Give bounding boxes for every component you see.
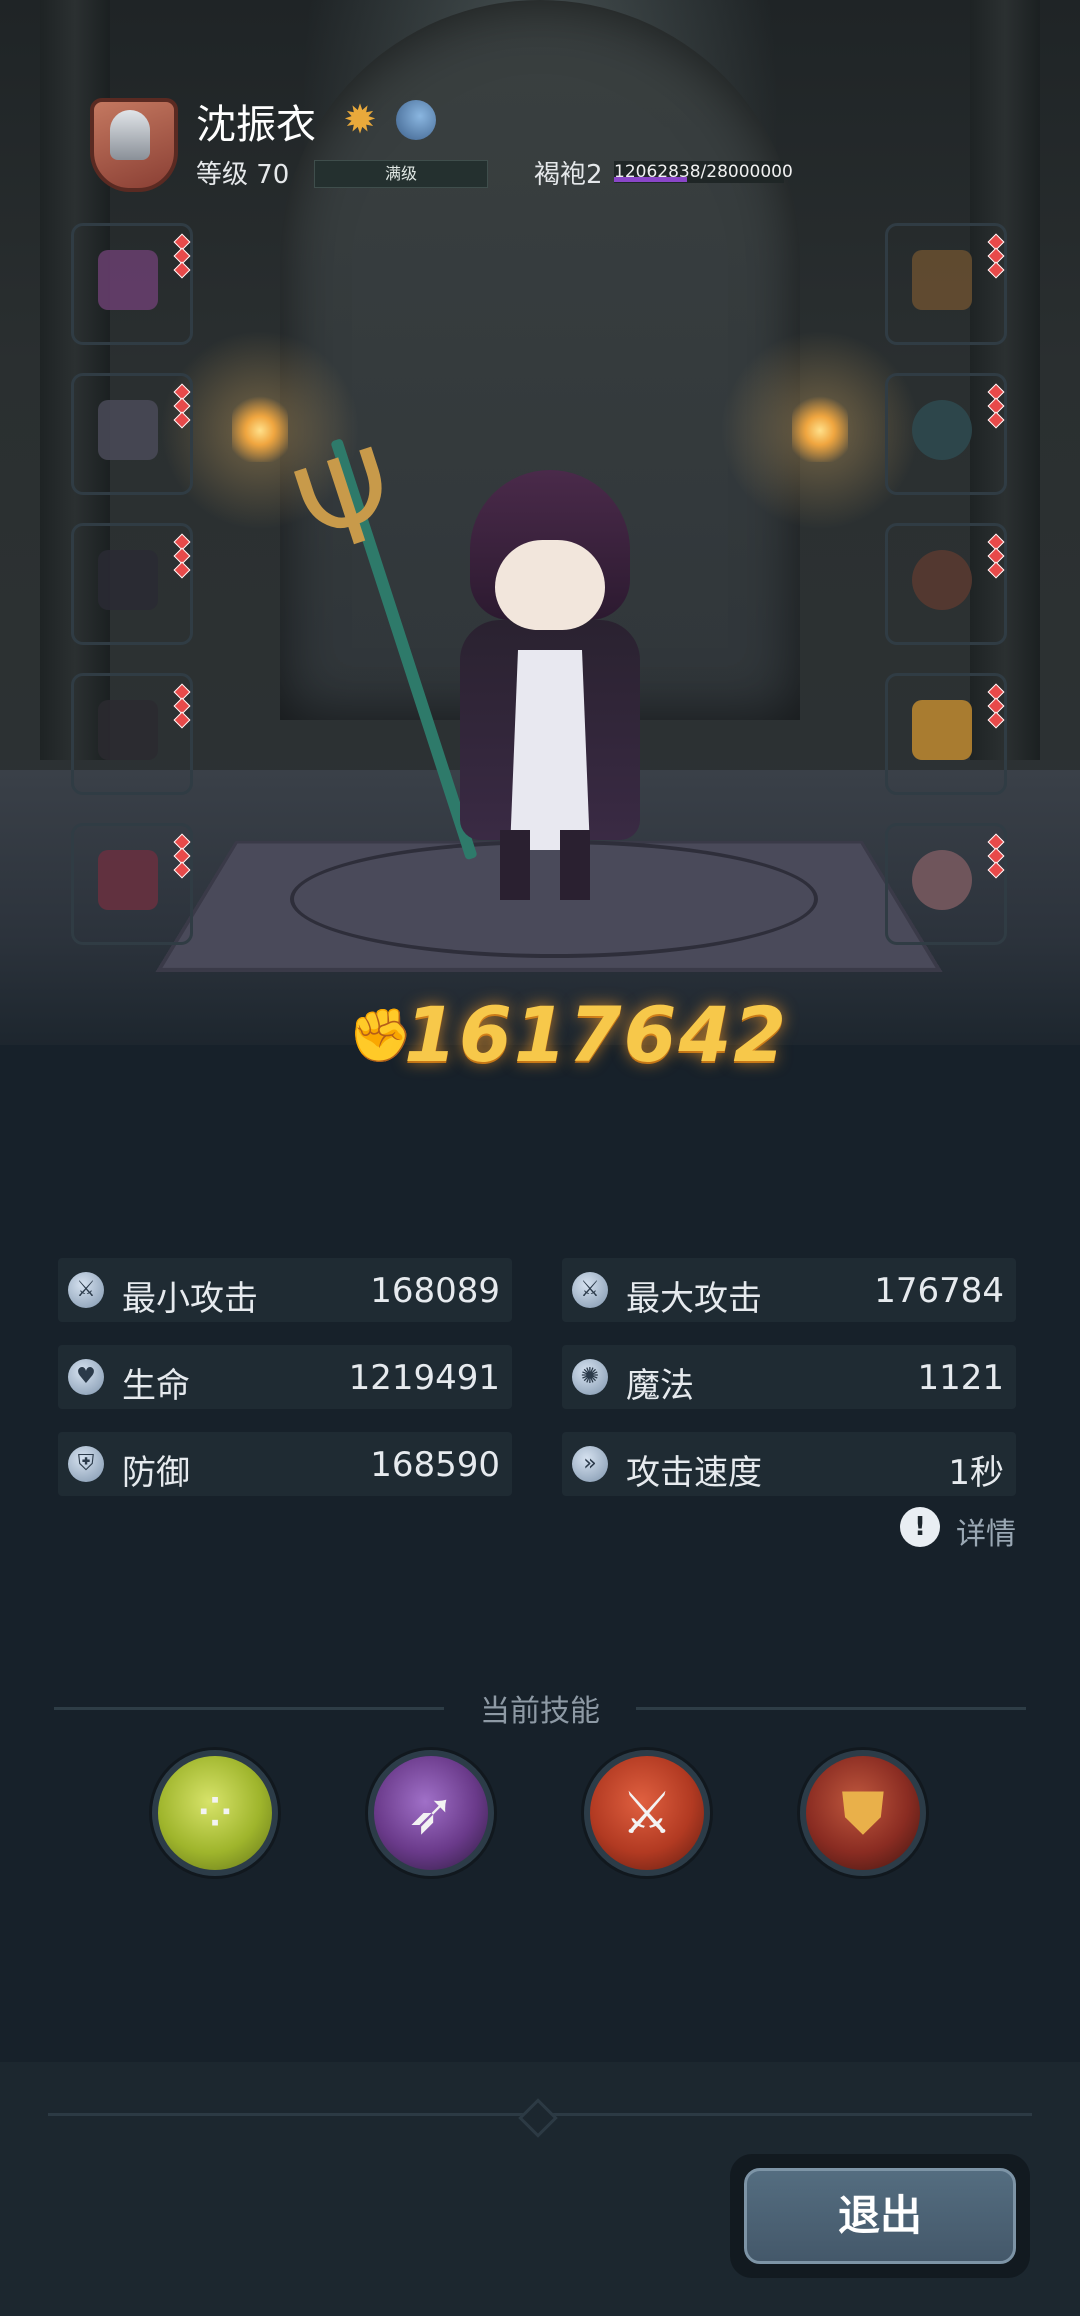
heart-icon: ♥: [68, 1359, 104, 1395]
exit-button-label: 退出: [837, 2191, 922, 2240]
equip-slot-left-3[interactable]: [71, 523, 193, 645]
level-text: 等级 70: [196, 160, 290, 190]
hero-leg: [560, 830, 590, 900]
equip-slot-right-1[interactable]: [885, 223, 1007, 345]
combat-power-value: 1617642: [404, 990, 789, 1079]
stat-value: 1121: [917, 1358, 1004, 1398]
cloak-icon: [98, 850, 158, 910]
purple-strike-icon: ➶: [406, 1779, 456, 1847]
exclamation-icon: !: [900, 1507, 940, 1547]
stat-value: 1219491: [348, 1358, 500, 1398]
stat-value: 1秒: [948, 1453, 1004, 1493]
hero-leg: [500, 830, 530, 900]
hero-character[interactable]: [440, 470, 660, 900]
hood-icon: [98, 250, 158, 310]
equip-slot-left-2[interactable]: [71, 373, 193, 495]
skill-slot-3[interactable]: ⚔: [584, 1750, 710, 1876]
character-name: 沈振衣: [196, 102, 316, 148]
combat-power-icon: ✊: [348, 1006, 413, 1066]
stat-hp: ♥ 生命 1219491: [58, 1345, 512, 1409]
skill-slot-1[interactable]: ⁘: [152, 1750, 278, 1876]
skill-slot-4[interactable]: ⛊: [800, 1750, 926, 1876]
divider: [636, 1707, 1026, 1710]
shield-icon: ⛨: [68, 1446, 104, 1482]
details-label: 详情: [956, 1517, 1016, 1552]
stat-label: 最小攻击: [122, 1279, 258, 1319]
stat-label: 防御: [122, 1453, 190, 1493]
stat-label: 攻击速度: [626, 1453, 762, 1493]
skill-slot-2[interactable]: ➶: [368, 1750, 494, 1876]
details-button[interactable]: ! 详情: [900, 1505, 1018, 1552]
exp-bar: 12062838/28000000: [614, 161, 793, 183]
hero-face: [495, 540, 605, 630]
stat-min-attack: ⚔ 最小攻击 168089: [58, 1258, 512, 1322]
equip-slot-right-5[interactable]: [885, 823, 1007, 945]
equip-slot-right-4[interactable]: [885, 673, 1007, 795]
hero-robe: [510, 650, 590, 850]
necklace-icon: [912, 550, 972, 610]
magic-swirl-icon: ✺: [572, 1359, 608, 1395]
equip-slot-left-1[interactable]: [71, 223, 193, 345]
equip-slot-left-5[interactable]: [71, 823, 193, 945]
sun-emblem-icon: ✹: [343, 97, 377, 143]
equip-slot-right-3[interactable]: [885, 523, 1007, 645]
armor-icon: [98, 400, 158, 460]
wall-lamp-right: [792, 392, 848, 462]
crossed-axes-icon: ⚔: [621, 1779, 673, 1847]
exp-text: 12062838/28000000: [614, 162, 793, 182]
stat-value: 176784: [874, 1271, 1004, 1311]
divider: [54, 1707, 444, 1710]
equip-slot-left-4[interactable]: [71, 673, 193, 795]
trident-icon: [912, 250, 972, 310]
moon-emblem-icon: [396, 100, 436, 140]
helmet-icon: [110, 110, 150, 160]
class-avatar[interactable]: [82, 92, 178, 192]
stat-attack-speed: » 攻击速度 1秒: [562, 1432, 1016, 1496]
flame-charm-icon: [912, 700, 972, 760]
skills-title: 当前技能: [480, 1694, 600, 1729]
stat-mana: ✺ 魔法 1121: [562, 1345, 1016, 1409]
poison-bubbles-icon: ⁘: [190, 1779, 240, 1847]
level-bar: 满级: [314, 160, 488, 188]
sword-icon: ⚔: [572, 1272, 608, 1308]
potion-icon: [912, 850, 972, 910]
golden-shield-icon: ⛊: [841, 1779, 885, 1847]
stat-max-attack: ⚔ 最大攻击 176784: [562, 1258, 1016, 1322]
boots-icon: [98, 550, 158, 610]
bracer-icon: [98, 700, 158, 760]
level-bar-label: 满级: [384, 164, 417, 183]
ring-icon: [912, 400, 972, 460]
stat-label: 生命: [122, 1366, 190, 1406]
sword-icon: ⚔: [68, 1272, 104, 1308]
speed-icon: »: [572, 1446, 608, 1482]
robe-label: 褐袍2: [534, 160, 603, 190]
stat-label: 最大攻击: [626, 1279, 762, 1319]
stat-defense: ⛨ 防御 168590: [58, 1432, 512, 1496]
equip-slot-right-2[interactable]: [885, 373, 1007, 495]
stat-label: 魔法: [626, 1366, 694, 1406]
exit-button[interactable]: 退出: [730, 2154, 1030, 2278]
stat-value: 168089: [370, 1271, 500, 1311]
stat-value: 168590: [370, 1445, 500, 1485]
